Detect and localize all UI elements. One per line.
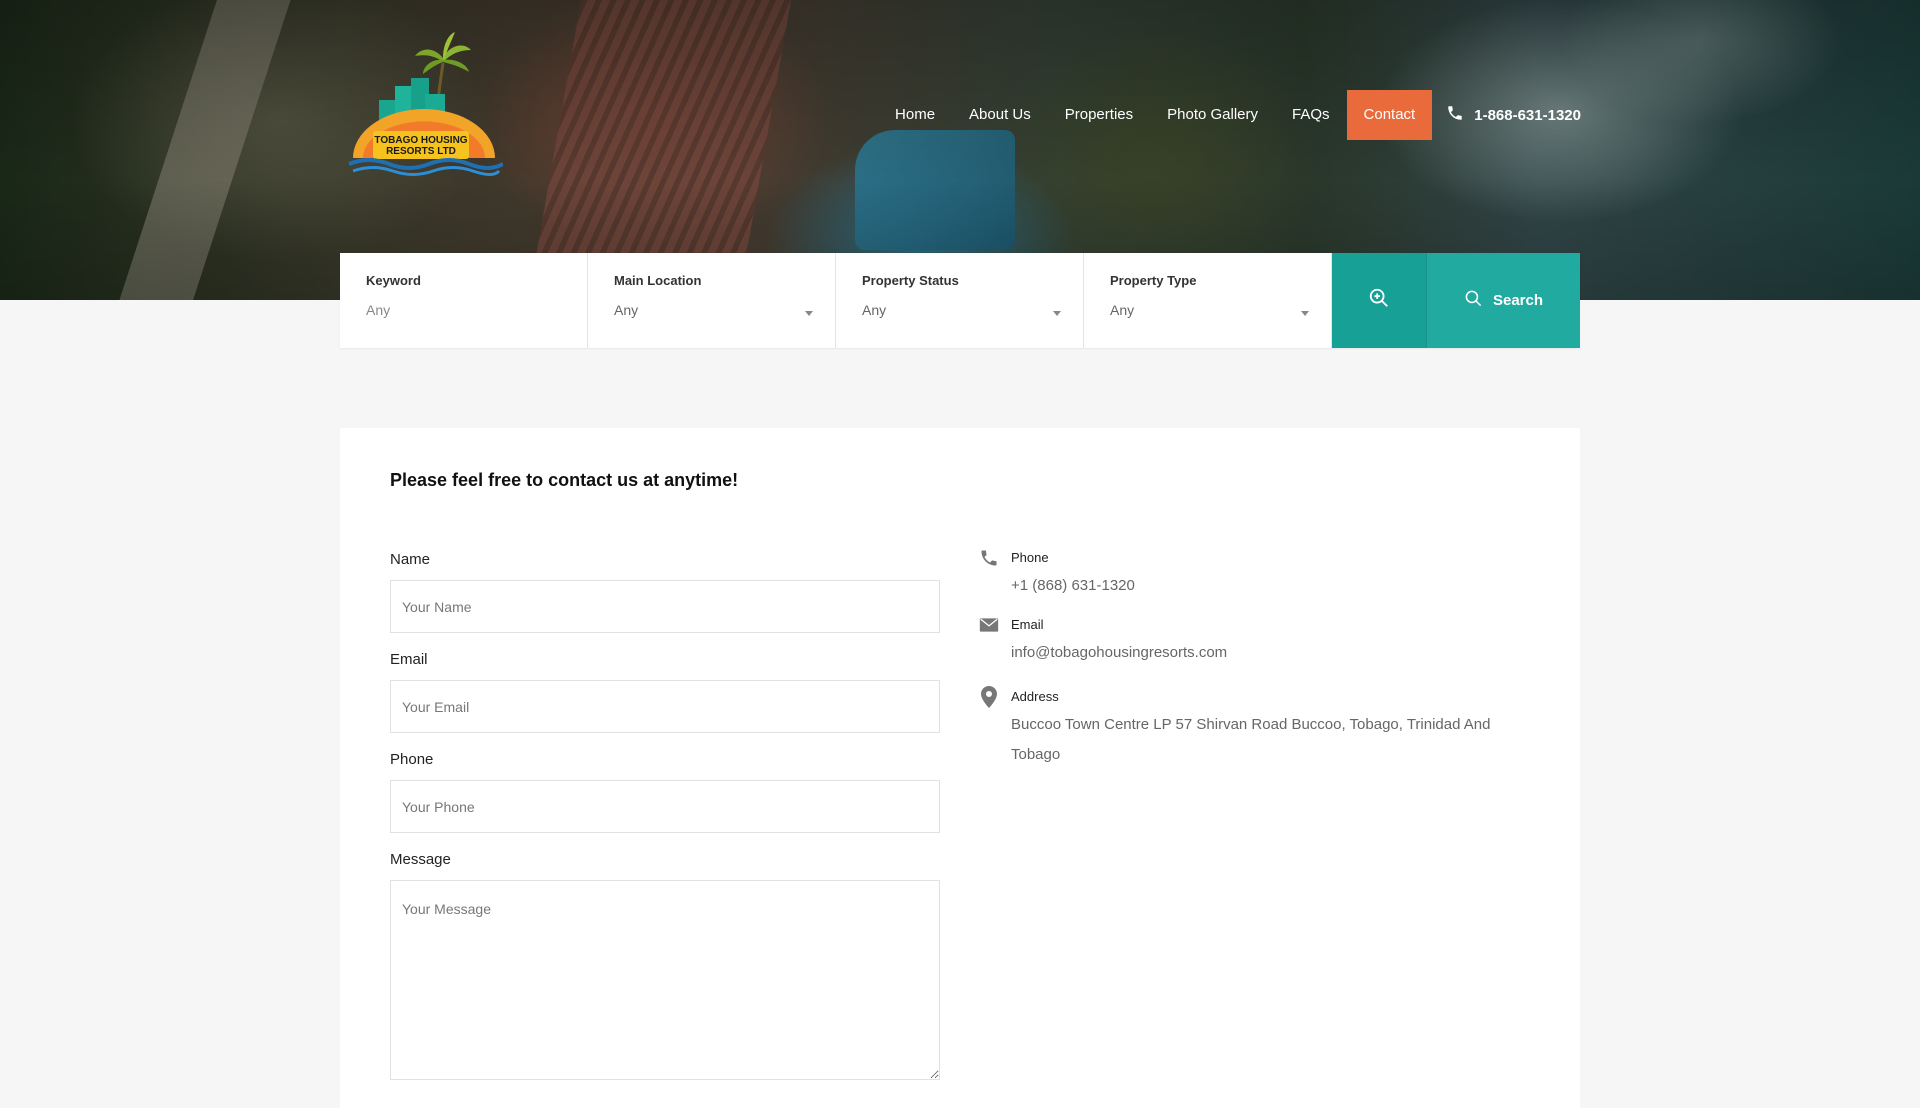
nav-home[interactable]: Home (878, 90, 952, 140)
logo-text-line2: RESORTS LTD (386, 146, 456, 157)
nav-faqs[interactable]: FAQs (1275, 90, 1347, 140)
property-status-value: Any (862, 302, 887, 318)
chevron-down-icon (805, 311, 813, 316)
phone-group: Phone (390, 751, 940, 833)
nav-photo-gallery[interactable]: Photo Gallery (1150, 90, 1275, 140)
nav-properties[interactable]: Properties (1048, 90, 1150, 140)
email-group: Email (390, 651, 940, 733)
site-logo[interactable]: TOBAGO HOUSING RESORTS LTD (343, 28, 504, 178)
contact-info-email: Email info@tobagohousingresorts.com (979, 617, 1539, 668)
logo-text-line1: TOBAGO HOUSING (374, 135, 467, 146)
name-group: Name (390, 551, 940, 633)
address-info-label: Address (1011, 689, 1059, 704)
nav-phone-link[interactable]: 1-868-631-1320 (1446, 104, 1581, 126)
name-label: Name (390, 551, 431, 568)
phone-field[interactable] (390, 780, 940, 833)
property-type-label: Property Type (1110, 273, 1197, 288)
nav-about-us[interactable]: About Us (952, 90, 1048, 140)
address-info-value: Buccoo Town Centre LP 57 Shirvan Road Bu… (1011, 716, 1491, 763)
message-group: Message (390, 851, 940, 1085)
map-pin-icon (979, 686, 999, 708)
main-location-value: Any (614, 302, 639, 318)
email-field[interactable] (390, 680, 940, 733)
contact-info-address: Address Buccoo Town Centre LP 57 Shirvan… (979, 686, 1539, 770)
nav-phone-number: 1-868-631-1320 (1474, 106, 1581, 124)
message-label: Message (390, 851, 451, 868)
contact-card: Please feel free to contact us at anytim… (340, 428, 1580, 1108)
phone-label: Phone (390, 751, 434, 768)
phone-icon (979, 548, 999, 568)
property-type-select[interactable]: Property Type Any (1084, 253, 1332, 348)
email-info-value[interactable]: info@tobagohousingresorts.com (1011, 638, 1227, 668)
phone-info-label: Phone (1011, 550, 1049, 565)
advanced-search-button[interactable] (1332, 253, 1427, 348)
property-search-bar: Keyword Any Main Location Any Property S… (340, 253, 1580, 348)
nav-contact[interactable]: Contact (1346, 90, 1433, 140)
name-field[interactable] (390, 580, 940, 633)
search-icon (1464, 289, 1483, 312)
chevron-down-icon (1053, 311, 1061, 316)
property-type-value: Any (1110, 302, 1135, 318)
keyword-input[interactable]: Any (366, 302, 561, 318)
main-location-select[interactable]: Main Location Any (588, 253, 836, 348)
contact-info-phone: Phone +1 (868) 631-1320 (979, 550, 1539, 601)
chevron-down-icon (1301, 311, 1309, 316)
zoom-in-icon (1368, 287, 1390, 314)
mail-icon (979, 615, 999, 635)
message-field[interactable] (390, 880, 940, 1080)
search-button-label: Search (1492, 292, 1544, 309)
keyword-label: Keyword (366, 273, 421, 288)
phone-icon (1446, 104, 1464, 126)
email-info-label: Email (1011, 617, 1044, 632)
main-location-label: Main Location (614, 273, 702, 288)
property-status-label: Property Status (862, 273, 959, 288)
page-title: Please feel free to contact us at anytim… (390, 470, 739, 490)
phone-info-value[interactable]: +1 (868) 631-1320 (1011, 571, 1135, 601)
property-status-select[interactable]: Property Status Any (836, 253, 1084, 348)
email-label: Email (390, 651, 428, 668)
main-nav: Home About Us Properties Photo Gallery F… (878, 90, 1581, 140)
search-button[interactable]: Search (1427, 253, 1580, 348)
keyword-field[interactable]: Keyword Any (340, 253, 588, 348)
logo-graphic: TOBAGO HOUSING RESORTS LTD (348, 32, 504, 176)
